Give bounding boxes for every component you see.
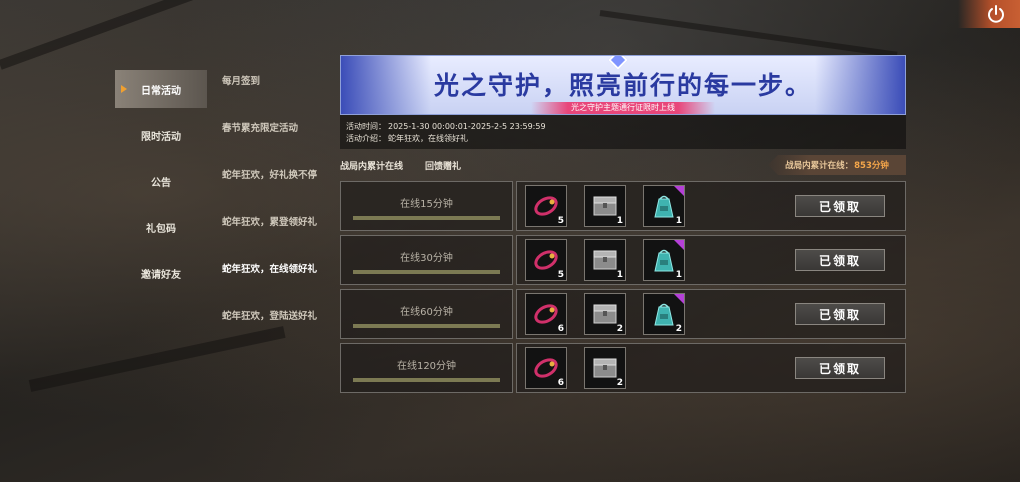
column-header-rewards: 回馈赠礼 [425,161,462,172]
activity-list: 每月签到 春节累充限定活动 蛇年狂欢，好礼换不停 蛇年狂欢，累登领好礼 蛇年狂欢… [222,63,338,345]
banner-subtitle: 光之守护主题通行证限时上线 [531,102,715,114]
online-time-label: 在线30分钟 [400,252,453,264]
background-beam [0,0,397,70]
progress-bar [353,270,500,274]
progress-bar [353,378,500,382]
online-time-cell: 在线15分钟 [340,181,513,231]
claimed-button[interactable]: 已领取 [795,249,885,271]
reward-item[interactable]: 2 [643,293,685,335]
activity-item-login-accum[interactable]: 蛇年狂欢，累登领好礼 [222,204,338,251]
activity-label: 蛇年狂欢，累登领好礼 [222,216,318,228]
online-time-cell: 在线60分钟 [340,289,513,339]
reward-item[interactable]: 1 [643,239,685,281]
nav-item-limited[interactable]: 限时活动 [115,116,207,154]
item-count: 5 [557,216,564,226]
item-count: 1 [616,216,623,226]
claimed-button[interactable]: 已领取 [795,303,885,325]
item-count: 1 [675,216,682,226]
activity-item-login-gift[interactable]: 蛇年狂欢，登陆送好礼 [222,298,338,345]
main-panel: 光之守护，照亮前行的每一步。 光之守护主题通行证限时上线 活动时间： 2025-… [340,55,906,397]
rewards-cell: 6 2 已领取 [516,343,906,393]
active-arrow-icon [121,85,127,93]
activity-label: 蛇年狂欢，登陆送好礼 [222,310,318,322]
nav-item-label: 日常活动 [141,85,181,97]
online-time-label: 在线15分钟 [400,198,453,210]
activity-item-monthly-signin[interactable]: 每月签到 [222,63,338,110]
nav-item-label: 公告 [151,177,171,189]
reward-rows: 在线15分钟 5 1 1 已领取 在线30分钟 5 1 1 已领取 在线60分钟 6 2 2 已领取 在线12… [340,181,906,393]
reward-item[interactable]: 1 [643,185,685,227]
desc-value: 蛇年狂欢，在线领好礼 [388,134,468,143]
banner-title: 光之守护，照亮前行的每一步。 [433,71,812,100]
power-button[interactable] [958,0,1020,28]
total-online-badge: 战局内累计在线： 853分钟 [768,155,906,175]
time-value: 2025-1-30 00:00:01-2025-2-5 23:59:59 [388,122,546,131]
item-count: 2 [616,378,623,388]
nav-item-invite[interactable]: 邀请好友 [115,254,207,292]
item-count: 2 [616,324,623,334]
online-time-label: 在线120分钟 [396,360,457,372]
progress-bar [353,216,500,220]
nav-item-notice[interactable]: 公告 [115,162,207,200]
background-beam [599,10,898,58]
reward-row: 在线120分钟 6 2 已领取 [340,343,906,393]
reward-item[interactable]: 2 [584,293,626,335]
online-time-cell: 在线120分钟 [340,343,513,393]
nav-item-daily[interactable]: 日常活动 [115,70,207,108]
nav-item-gift-code[interactable]: 礼包码 [115,208,207,246]
total-online-label: 战局内累计在线： [785,161,854,171]
time-label: 活动时间： [346,122,386,131]
total-online-value: 853分钟 [854,161,889,171]
activity-info: 活动时间： 2025-1-30 00:00:01-2025-2-5 23:59:… [340,115,906,149]
rewards-cell: 6 2 2 已领取 [516,289,906,339]
rewards-cell: 5 1 1 已领取 [516,181,906,231]
reward-item[interactable]: 5 [525,185,567,227]
nav-item-label: 邀请好友 [141,269,181,281]
activity-item-exchange[interactable]: 蛇年狂欢，好礼换不停 [222,157,338,204]
reward-item[interactable]: 6 [525,293,567,335]
item-count: 1 [616,270,623,280]
activity-item-online[interactable]: 蛇年狂欢，在线领好礼 [222,251,338,298]
reward-row: 在线60分钟 6 2 2 已领取 [340,289,906,339]
desc-label: 活动介绍： [346,134,386,143]
activity-label: 蛇年狂欢，在线领好礼 [222,263,318,275]
list-header: 战局内累计在线 回馈赠礼 战局内累计在线： 853分钟 [340,155,906,175]
activity-label: 春节累充限定活动 [222,122,299,134]
activity-label: 蛇年狂欢，好礼换不停 [222,169,318,181]
nav-item-label: 礼包码 [146,223,176,235]
power-icon [988,5,1004,23]
rewards-cell: 5 1 1 已领取 [516,235,906,285]
online-time-cell: 在线30分钟 [340,235,513,285]
item-count: 5 [557,270,564,280]
progress-fill [353,216,500,220]
column-header-online: 战局内累计在线 [340,161,404,172]
progress-fill [353,270,500,274]
progress-fill [353,378,500,382]
reward-item[interactable]: 2 [584,347,626,389]
activity-item-spring-recharge[interactable]: 春节累充限定活动 [222,110,338,157]
reward-row: 在线15分钟 5 1 1 已领取 [340,181,906,231]
claimed-button[interactable]: 已领取 [795,357,885,379]
reward-item[interactable]: 5 [525,239,567,281]
reward-item[interactable]: 1 [584,185,626,227]
left-nav: 日常活动 限时活动 公告 礼包码 邀请好友 [115,70,207,300]
item-count: 6 [557,378,564,388]
claimed-button[interactable]: 已领取 [795,195,885,217]
promo-banner[interactable]: 光之守护，照亮前行的每一步。 光之守护主题通行证限时上线 [340,55,906,115]
activity-label: 每月签到 [222,75,261,87]
reward-item[interactable]: 6 [525,347,567,389]
progress-bar [353,324,500,328]
item-count: 2 [675,324,682,334]
progress-fill [353,324,500,328]
online-time-label: 在线60分钟 [400,306,453,318]
nav-item-label: 限时活动 [141,131,181,143]
reward-row: 在线30分钟 5 1 1 已领取 [340,235,906,285]
item-count: 6 [557,324,564,334]
reward-item[interactable]: 1 [584,239,626,281]
item-count: 1 [675,270,682,280]
